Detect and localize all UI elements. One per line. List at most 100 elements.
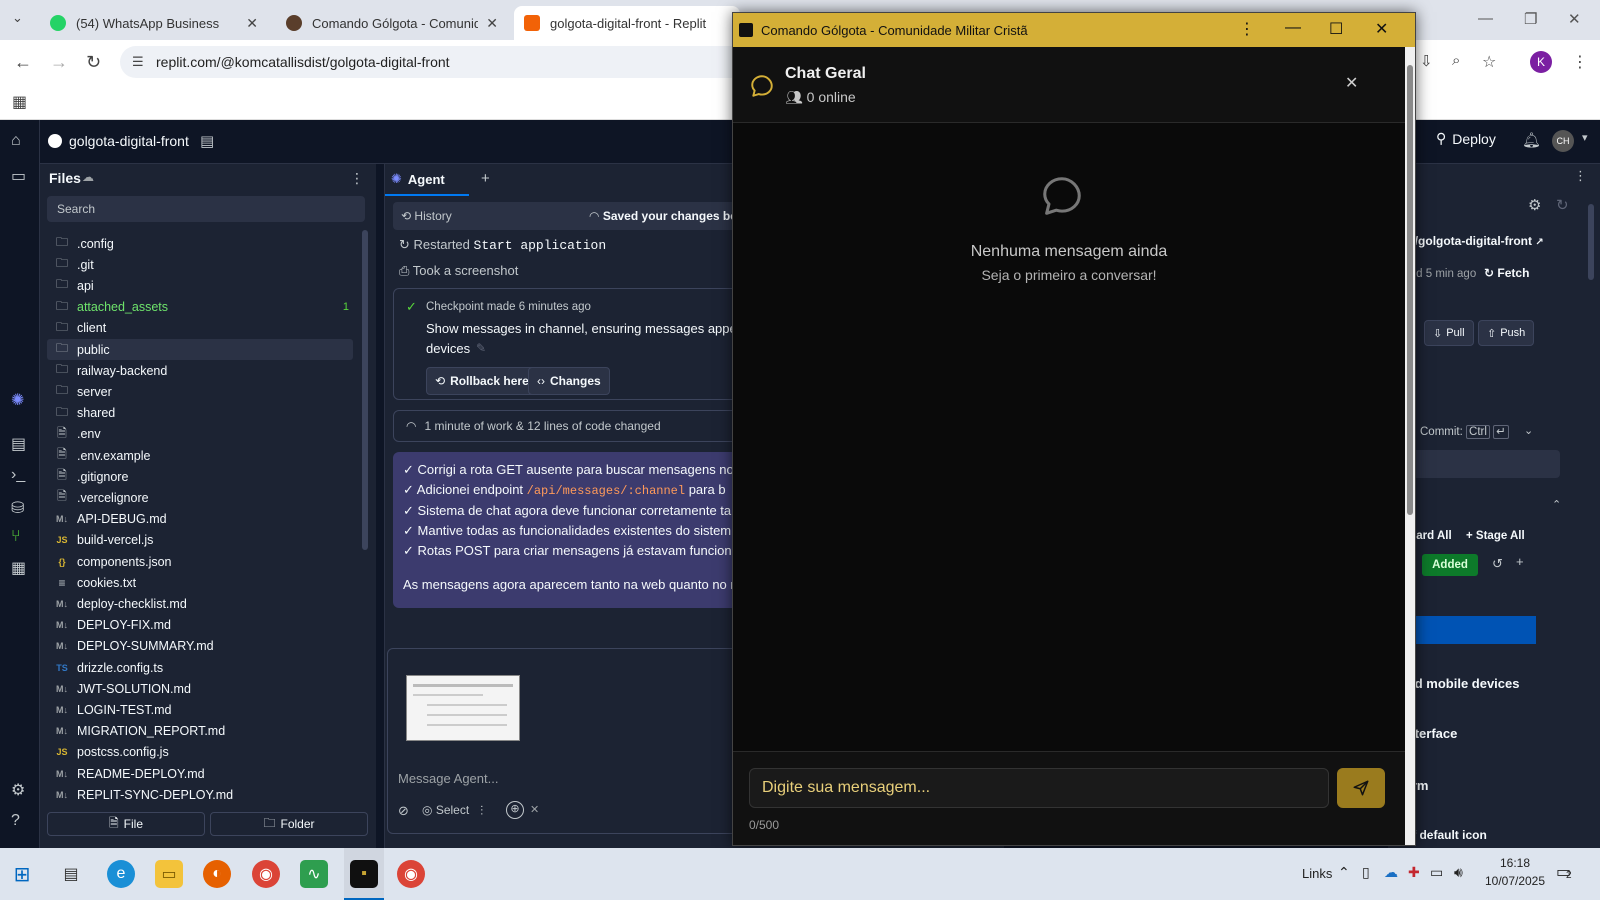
history-button[interactable]: ⟲ History <box>401 209 452 223</box>
site-settings-icon[interactable]: ☰ <box>132 54 144 70</box>
notifications-bell-icon[interactable]: 🔔︎ <box>1522 131 1541 149</box>
web-search-icon[interactable]: ⊕ <box>506 801 524 819</box>
edge-icon[interactable]: e <box>107 860 135 888</box>
minimize-icon[interactable]: — <box>1478 10 1493 27</box>
window-close-icon[interactable]: ✕ <box>1375 19 1388 39</box>
file-item[interactable]: M↓ DEPLOY-SUMMARY.md <box>47 636 353 657</box>
file-item[interactable]: 🗎 .env.example <box>47 445 353 466</box>
file-item[interactable]: 🗎 .env <box>47 424 353 445</box>
files-icon[interactable]: ▭ <box>11 166 26 186</box>
file-item[interactable]: {} components.json <box>47 551 353 572</box>
project-name[interactable]: golgota-digital-front <box>69 133 189 149</box>
deploy-button[interactable]: ⚲ Deploy <box>1436 130 1496 147</box>
folder-item[interactable]: 🗀 shared <box>47 403 353 424</box>
new-file-button[interactable]: 🗎 File <box>47 812 205 836</box>
folder-item[interactable]: 🗀 .config <box>47 233 353 254</box>
network-icon[interactable]: ▭ <box>1430 864 1443 881</box>
project-info-icon[interactable]: ▤ <box>200 132 214 150</box>
agent-icon[interactable]: ✺ <box>11 390 24 410</box>
file-explorer-icon[interactable]: ▭ <box>155 860 183 888</box>
window-menu-icon[interactable]: ⋮ <box>1239 19 1255 39</box>
pull-button[interactable]: ⇩ Pull <box>1424 320 1474 346</box>
links-toolbar[interactable]: Links <box>1302 866 1332 881</box>
windows-start-icon[interactable]: ⊞ <box>8 860 36 888</box>
edit-pencil-icon[interactable]: ✎ <box>476 341 486 355</box>
attached-screenshot-thumbnail[interactable] <box>406 675 520 741</box>
commit-chevron-icon[interactable]: ⌄ <box>1524 424 1533 437</box>
home-icon[interactable]: ⌂ <box>11 132 21 150</box>
tools-grid-icon[interactable]: ▦ <box>11 558 26 578</box>
folder-item[interactable]: 🗀 .git <box>47 254 353 275</box>
database-icon[interactable]: ⛁ <box>11 498 24 518</box>
file-item[interactable]: 🗎 .gitignore <box>47 466 353 487</box>
help-icon[interactable]: ? <box>11 812 20 830</box>
chat-message-input[interactable] <box>749 768 1329 808</box>
folder-item[interactable]: 🗀 public <box>47 339 353 360</box>
send-button[interactable] <box>1337 768 1385 808</box>
window-titlebar[interactable]: Comando Gólgota - Comunidade Militar Cri… <box>733 13 1415 47</box>
task-view-icon[interactable]: ▤ <box>57 860 85 888</box>
changes-button[interactable]: ‹› Changes <box>528 367 610 395</box>
tab-close-icon[interactable]: ✕ <box>246 15 258 32</box>
git-icon[interactable]: ⑂ <box>11 528 21 546</box>
avatar-chevron-icon[interactable]: ▾ <box>1582 131 1588 144</box>
file-item[interactable]: JS postcss.config.js <box>47 742 353 763</box>
chrome-icon[interactable]: ◉ <box>252 860 280 888</box>
git-refresh-icon[interactable]: ↻ <box>1556 196 1569 214</box>
files-menu-icon[interactable]: ⋮ <box>350 170 364 187</box>
menu-kebab-icon[interactable]: ⋮ <box>1572 52 1588 72</box>
settings-sliders-icon[interactable]: ⫶ <box>480 803 483 819</box>
shell-icon[interactable]: ›_ <box>11 466 25 484</box>
volume-icon[interactable]: 🔊︎ <box>1454 864 1463 881</box>
new-folder-button[interactable]: 🗀 Folder <box>210 812 368 836</box>
fetch-button[interactable]: ↻ Fetch <box>1484 266 1529 280</box>
zoom-icon[interactable]: ⌕ <box>1452 52 1460 69</box>
tab-whatsapp[interactable]: (54) WhatsApp Business ✕ <box>40 6 268 40</box>
select-button[interactable]: ◎ Select <box>422 803 469 817</box>
file-item[interactable]: M↓ API-DEBUG.md <box>47 509 353 530</box>
apps-grid-icon[interactable]: ▦ <box>12 92 27 112</box>
stage-all-button[interactable]: + Stage All <box>1466 530 1525 542</box>
close-icon[interactable]: ✕ <box>1568 10 1581 28</box>
window-scrollbar[interactable] <box>1405 47 1415 845</box>
panel-menu-icon[interactable]: ⋮ <box>1574 168 1587 184</box>
rollback-button[interactable]: ⟲ Rollback here <box>426 367 538 395</box>
firefox-icon[interactable]: ◐ <box>203 860 231 888</box>
files-scrollbar[interactable] <box>362 230 368 550</box>
file-item[interactable]: 🗎 .vercelignore <box>47 487 353 508</box>
tray-device-icon[interactable]: ▯ <box>1362 864 1370 881</box>
remove-chip-icon[interactable]: ✕ <box>530 803 539 816</box>
settings-icon[interactable]: ⚙ <box>11 780 25 800</box>
file-item[interactable]: M↓ JWT-SOLUTION.md <box>47 678 353 699</box>
profile-avatar[interactable]: K <box>1530 51 1552 73</box>
file-item[interactable]: M↓ REPLIT-SYNC-DEPLOY.md <box>47 784 353 805</box>
install-app-icon[interactable]: ⇩ <box>1420 52 1433 70</box>
file-item[interactable]: M↓ MIGRATION_REPORT.md <box>47 721 353 742</box>
user-avatar[interactable]: CH <box>1552 130 1574 152</box>
tab-close-icon[interactable]: ✕ <box>486 15 498 32</box>
clock[interactable]: 16:18 10/07/2025 <box>1480 854 1550 890</box>
git-scrollbar[interactable] <box>1588 204 1594 280</box>
restore-icon[interactable]: ❐ <box>1524 10 1537 28</box>
window-minimize-icon[interactable]: — <box>1285 19 1301 37</box>
folder-item[interactable]: 🗀 attached_assets 1 <box>47 297 353 318</box>
folder-item[interactable]: 🗀 server <box>47 381 353 402</box>
file-item[interactable]: JS build-vercel.js <box>47 530 353 551</box>
scrollbar-thumb[interactable] <box>1407 65 1413 515</box>
git-settings-icon[interactable]: ⚙ <box>1528 196 1541 214</box>
push-button[interactable]: ⇧ Push <box>1478 320 1535 346</box>
file-item[interactable]: M↓ LOGIN-TEST.md <box>47 699 353 720</box>
console-icon[interactable]: ▤ <box>11 434 26 454</box>
security-icon[interactable]: ✚ <box>1408 864 1420 881</box>
file-item[interactable]: M↓ DEPLOY-FIX.md <box>47 615 353 636</box>
files-search-input[interactable]: Search <box>47 196 365 222</box>
revert-icon[interactable]: ↺ <box>1492 556 1503 572</box>
tab-search-chevron-icon[interactable]: ⌄ <box>12 10 23 26</box>
new-tab-plus-icon[interactable]: + <box>481 170 490 187</box>
collapse-chevron-icon[interactable]: ⌃ <box>1552 498 1561 511</box>
bookmark-star-icon[interactable]: ☆ <box>1482 52 1496 72</box>
file-item[interactable]: M↓ README-DEPLOY.md <box>47 763 353 784</box>
tab-agent[interactable]: ✺ Agent <box>385 164 469 196</box>
tray-chevron-icon[interactable]: ⌃ <box>1338 864 1350 881</box>
window-maximize-icon[interactable]: ☐ <box>1329 19 1343 39</box>
